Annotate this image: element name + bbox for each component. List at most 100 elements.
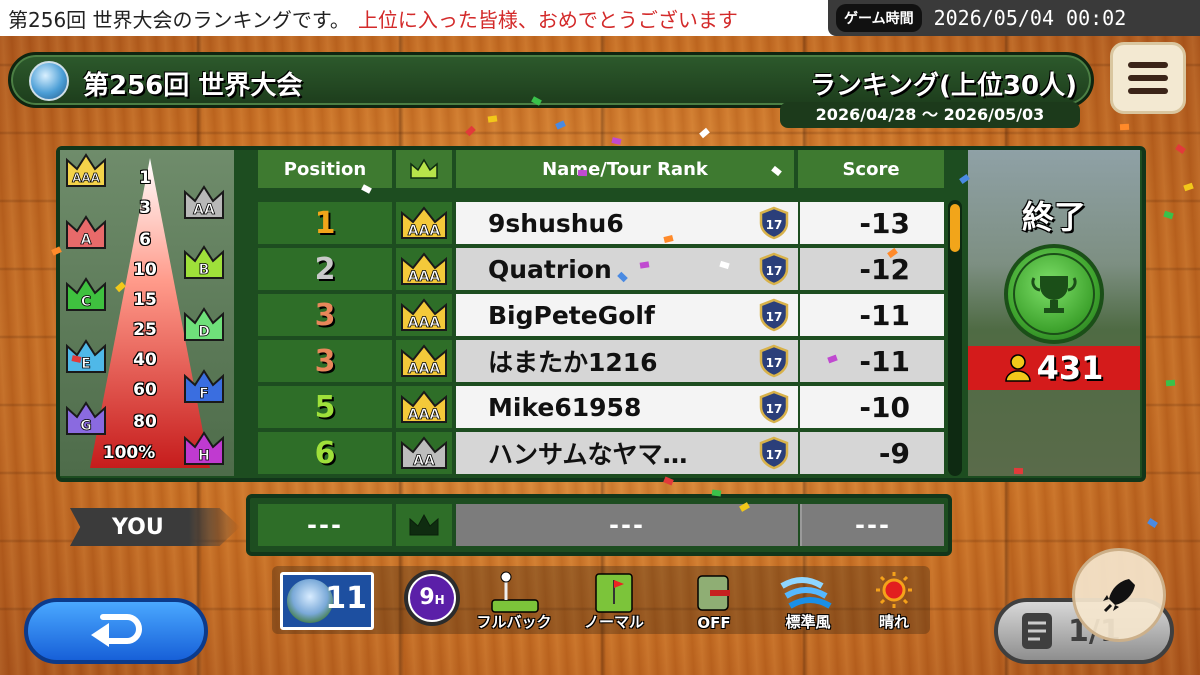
tee-icon	[491, 571, 539, 613]
confetti-piece	[1163, 210, 1174, 220]
row-position: 5	[258, 386, 392, 428]
row-score: -11	[800, 340, 944, 382]
condition-caddie: OFF	[672, 570, 756, 632]
menu-icon-bar	[1128, 62, 1168, 68]
world-tournament-emblem-icon	[29, 61, 69, 101]
row-position: 2	[258, 248, 392, 290]
rank-crown-label: H	[198, 448, 210, 464]
menu-icon-bar	[1128, 75, 1168, 81]
row-player-name: 9shushu6	[456, 202, 798, 244]
holes-count: 9	[419, 585, 435, 610]
tour-rank-badge-icon: 17	[758, 252, 790, 286]
table-row[interactable]: 1 AAA 9shushu6 17 -13	[258, 202, 944, 244]
caddie-icon	[697, 575, 730, 611]
tour-rank-value: 17	[766, 310, 783, 324]
return-arrow-icon	[91, 614, 142, 647]
row-position: 1	[258, 202, 392, 244]
you-crown	[396, 504, 452, 546]
page-title: 第256回 世界大会	[83, 71, 303, 101]
confetti-piece	[1175, 143, 1186, 155]
rank-crown-label: E	[81, 356, 91, 372]
rank-crown-label: F	[199, 386, 209, 402]
rank-crown-f-icon: F	[182, 368, 226, 406]
confetti-piece	[1119, 123, 1130, 131]
confetti-piece	[1013, 467, 1024, 475]
sun-icon	[876, 572, 912, 608]
confetti-piece	[577, 169, 588, 177]
row-rank-crown: AAA	[396, 340, 452, 382]
menu-icon-bar	[1128, 88, 1168, 94]
header-position: Position	[258, 150, 392, 188]
menu-button[interactable]	[1110, 42, 1186, 114]
row-score: -11	[800, 294, 944, 336]
ticker-text: 第256回 世界大会のランキングです。	[8, 7, 350, 32]
pyramid-percentile: 3	[139, 198, 151, 218]
status-label: 終了	[1021, 198, 1086, 236]
holes-badge: 9H	[404, 570, 460, 626]
pyramid-percentile: 15	[133, 290, 157, 310]
title-bar: 第256回 世界大会 ランキング(上位30人)	[8, 52, 1094, 108]
row-rank-label: AAA	[408, 269, 441, 285]
condition-green: ノーマル	[572, 570, 656, 632]
you-tag: YOU	[70, 508, 240, 546]
condition-label: ノーマル	[583, 613, 644, 631]
back-button[interactable]	[24, 598, 208, 664]
row-rank-label: AAA	[408, 407, 441, 423]
confetti-piece	[487, 115, 498, 123]
crown-icon	[410, 158, 438, 179]
date-range: 2026/04/28 〜 2026/05/03	[780, 102, 1080, 128]
tour-rank-value: 17	[766, 218, 783, 232]
rank-crown-e-icon: E	[64, 338, 108, 376]
rocket-icon	[1103, 579, 1135, 613]
rank-crown-label: AAA	[72, 171, 101, 185]
trophy-globe-icon	[1013, 253, 1095, 335]
you-position: ---	[258, 504, 392, 546]
you-name: ---	[456, 504, 798, 546]
tour-rank-value: 17	[766, 356, 783, 370]
row-position: 3	[258, 340, 392, 382]
pyramid-percentile: 60	[133, 380, 157, 400]
scrollbar-thumb[interactable]	[950, 204, 960, 252]
rank-crown-label: AA	[193, 202, 215, 218]
row-rank-label: AAA	[408, 223, 441, 239]
tour-rank-value: 17	[766, 402, 783, 416]
ranking-label: ランキング(上位30人)	[809, 71, 1077, 101]
rank-crown-d-icon: D	[182, 306, 226, 344]
game-clock-label: ゲーム時間	[836, 4, 922, 32]
participants-value: 431	[1036, 349, 1104, 387]
rank-crown-label: G	[80, 418, 92, 434]
person-icon	[1004, 354, 1031, 382]
row-player-name: はまたか1216	[456, 340, 798, 382]
course-number: 11	[325, 581, 367, 616]
table-row[interactable]: 2 AAA Quatrion 17 -12	[258, 248, 944, 290]
row-rank-crown: AAA	[396, 386, 452, 428]
condition-tee: フルバック	[472, 570, 556, 632]
table-row[interactable]: 5 AAA Mike61958 17 -10	[258, 386, 944, 428]
tournament-status-panel: 終了 431	[968, 150, 1140, 476]
tour-rank-badge-icon: 17	[758, 344, 790, 378]
condition-label: フルバック	[476, 613, 552, 631]
game-clock-value: 2026/05/04 00:02	[933, 6, 1127, 30]
rocket-button[interactable]	[1072, 548, 1166, 642]
rank-crown-b-icon: B	[182, 244, 226, 282]
row-score: -13	[800, 202, 944, 244]
row-player-name: Quatrion	[456, 248, 798, 290]
header-crown	[396, 150, 452, 188]
pyramid-percentile: 100%	[102, 443, 156, 463]
table-row[interactable]: 3 AAA はまたか1216 17 -11	[258, 340, 944, 382]
row-player-name: BigPeteGolf	[456, 294, 798, 336]
table-row[interactable]: 6 AA ハンサムなヤマ… 17 -9	[258, 432, 944, 474]
rank-crown-a-icon: A	[64, 214, 108, 252]
table-row[interactable]: 3 AAA BigPeteGolf 17 -11	[258, 294, 944, 336]
pyramid-percentile: 25	[133, 320, 157, 340]
you-score: ---	[800, 504, 944, 546]
document-icon	[1022, 613, 1052, 649]
rank-crown-aaa-icon: AAA	[64, 152, 108, 190]
pyramid-percentile: 80	[133, 412, 157, 432]
tour-rank-value: 17	[766, 448, 783, 462]
row-rank-crown: AAA	[396, 202, 452, 244]
rank-crown-g-icon: G	[64, 400, 108, 438]
course-card: 11	[280, 572, 374, 630]
row-rank-crown: AAA	[396, 294, 452, 336]
crown-icon: AAA	[401, 344, 447, 377]
